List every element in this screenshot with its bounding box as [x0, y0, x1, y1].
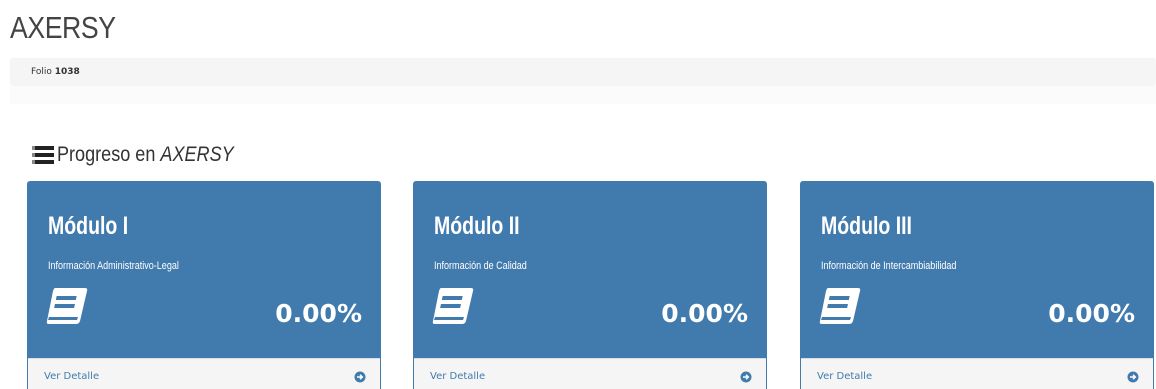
- folio-breadcrumb: Folio 1038: [10, 58, 1156, 86]
- book-icon: [819, 288, 861, 324]
- list-bars-icon: [32, 146, 54, 164]
- ver-detalle-link[interactable]: Ver Detalle: [801, 358, 1153, 389]
- folio-label: Folio: [31, 67, 52, 77]
- ver-detalle-label[interactable]: Ver Detalle: [430, 371, 485, 382]
- book-icon: [432, 288, 474, 324]
- arrow-circle-right-icon[interactable]: [740, 371, 752, 383]
- module-card-header: Módulo III Información de Intercambiabil…: [801, 182, 1153, 358]
- app-title: AXERSY: [10, 10, 116, 45]
- module-subtitle: Información Administrativo-Legal: [48, 260, 179, 272]
- module-title: Módulo III: [821, 212, 912, 240]
- module-title: Módulo II: [434, 212, 520, 240]
- section-title: Progreso en AXERSY: [31, 143, 262, 167]
- module-card-1: Módulo I Información Administrativo-Lega…: [27, 181, 381, 389]
- section-title-prefix: Progreso en: [57, 143, 156, 166]
- ver-detalle-label[interactable]: Ver Detalle: [44, 371, 99, 382]
- module-card-2: Módulo II Información de Calidad 0.00% V…: [413, 181, 767, 389]
- module-progress-percent: 0.00%: [275, 299, 362, 328]
- module-progress-percent: 0.00%: [661, 299, 748, 328]
- section-title-brand: AXERSY: [160, 143, 234, 166]
- module-title: Módulo I: [48, 212, 129, 240]
- ver-detalle-label[interactable]: Ver Detalle: [817, 371, 872, 382]
- module-subtitle: Información de Calidad: [434, 260, 527, 272]
- folio-number: 1038: [54, 67, 80, 77]
- header-divider: [10, 86, 1156, 104]
- ver-detalle-link[interactable]: Ver Detalle: [414, 358, 766, 389]
- arrow-circle-right-icon[interactable]: [1127, 371, 1139, 383]
- module-card-header: Módulo II Información de Calidad 0.00%: [414, 182, 766, 358]
- module-subtitle: Información de Intercambiabilidad: [821, 260, 957, 272]
- module-card-header: Módulo I Información Administrativo-Lega…: [28, 182, 380, 358]
- book-icon: [46, 288, 88, 324]
- ver-detalle-link[interactable]: Ver Detalle: [28, 358, 380, 389]
- module-card-3: Módulo III Información de Intercambiabil…: [800, 181, 1154, 389]
- arrow-circle-right-icon[interactable]: [354, 371, 366, 383]
- module-progress-percent: 0.00%: [1048, 299, 1135, 328]
